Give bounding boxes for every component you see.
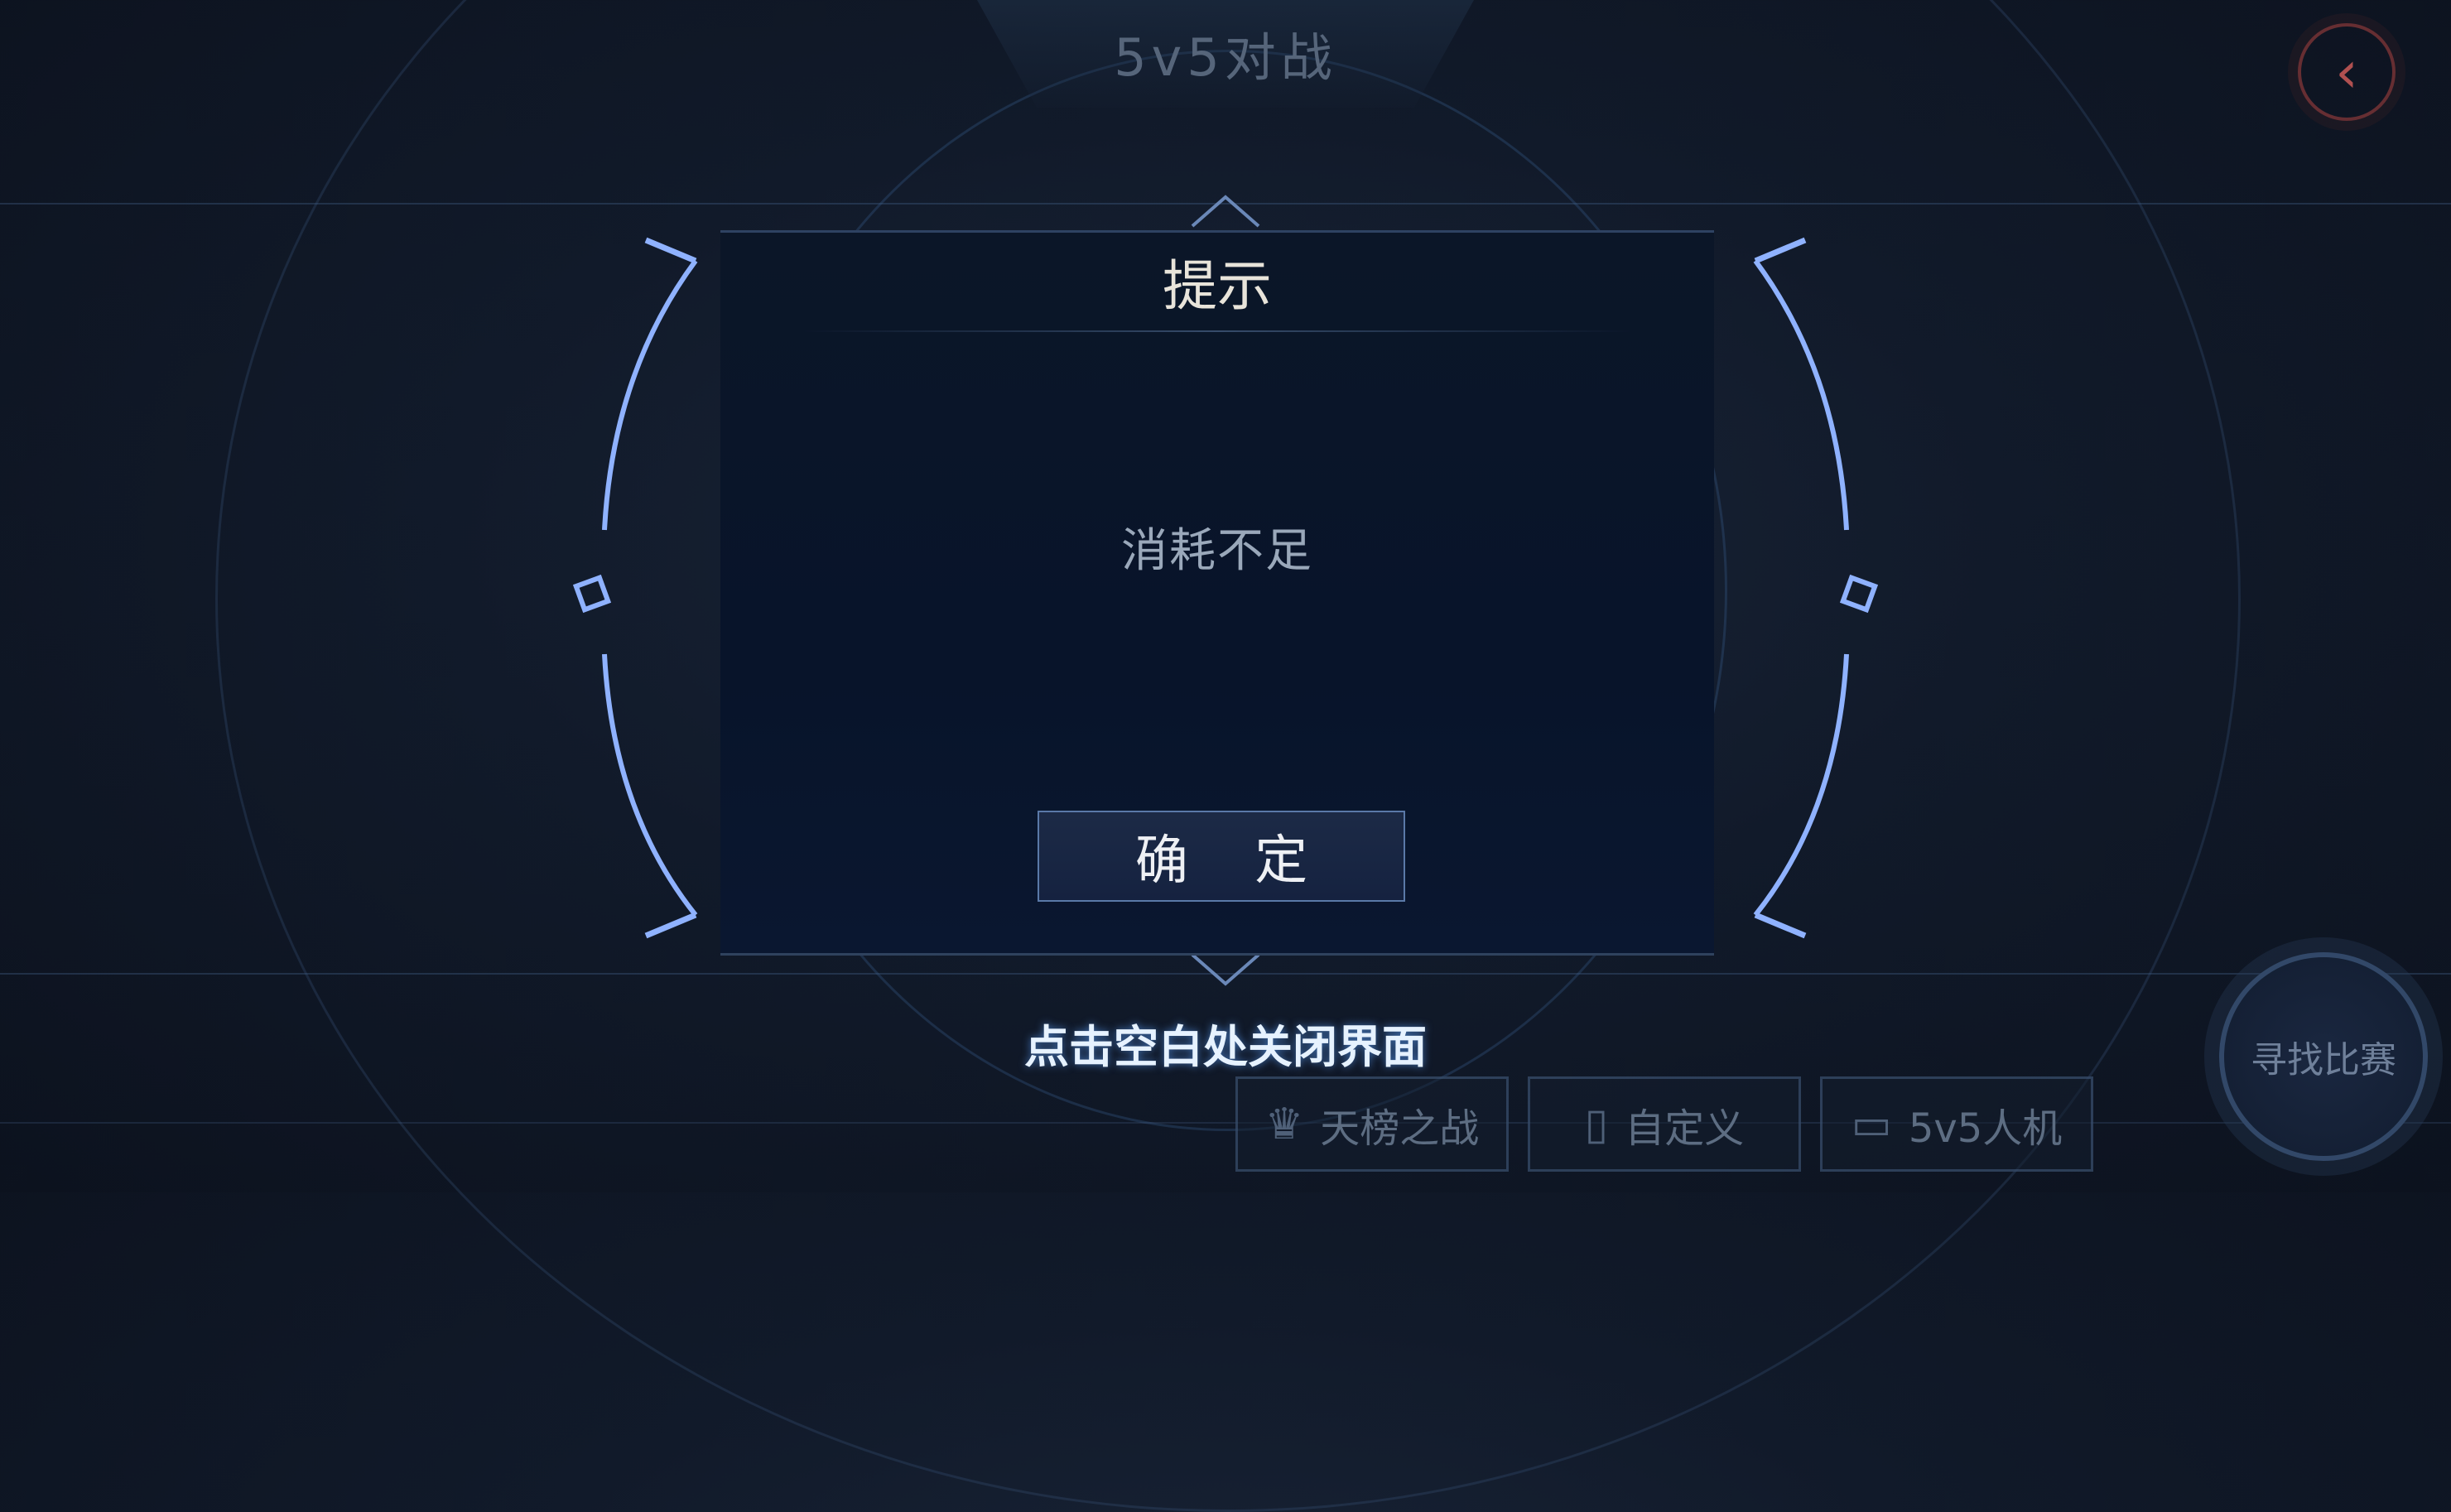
dialog-top-chevron: [1191, 195, 1260, 228]
tab-5v5-bot[interactable]: ▭ 5v5人机: [1820, 1076, 2093, 1172]
find-match-button[interactable]: 寻找比赛: [2219, 952, 2428, 1161]
tab-custom[interactable]: ▯ 自定义: [1528, 1076, 1801, 1172]
chevron-left-icon: ‹: [2335, 38, 2358, 106]
mode-title: 5v5对战: [1114, 27, 1337, 88]
notice-dialog: 提示 消耗不足 确 定: [720, 230, 1714, 956]
dialog-right-bracket: [1753, 237, 1879, 939]
door-icon: ▯: [1584, 1099, 1609, 1149]
tab-label: 天榜之战: [1320, 1105, 1480, 1152]
confirm-button[interactable]: 确 定: [1038, 811, 1405, 902]
back-button[interactable]: ‹: [2298, 23, 2396, 121]
crown-icon: ♛: [1264, 1099, 1304, 1149]
tab-label: 5v5人机: [1908, 1105, 2063, 1152]
dialog-bottom-chevron: [1191, 953, 1260, 986]
monitor-icon: ▭: [1851, 1099, 1892, 1149]
dialog-left-bracket: [572, 237, 698, 939]
close-hint[interactable]: 点击空白处关闭界面: [911, 1014, 1540, 1081]
find-match-label: 寻找比赛: [2251, 1039, 2396, 1081]
dialog-divider: [803, 330, 1631, 332]
dialog-message: 消耗不足: [1121, 524, 1313, 578]
tab-label: 自定义: [1625, 1105, 1745, 1152]
tab-ranked-battle[interactable]: ♛ 天榜之战: [1235, 1076, 1509, 1172]
dialog-title: 提示: [1163, 254, 1272, 318]
